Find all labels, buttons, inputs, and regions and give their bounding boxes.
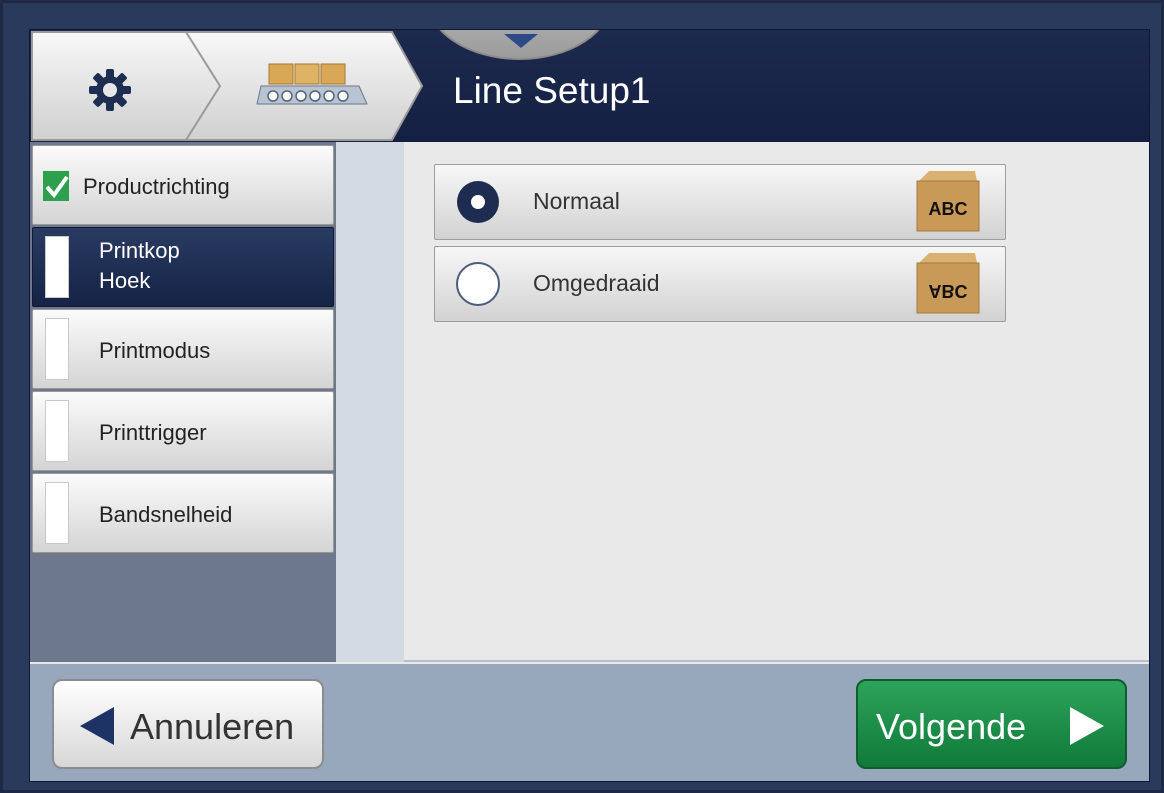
next-button[interactable]: Volgende xyxy=(856,679,1127,769)
header-bar: Line Setup1 xyxy=(30,30,1149,142)
arrow-left-icon xyxy=(80,707,114,745)
breadcrumb xyxy=(30,30,450,142)
svg-text:ABC: ABC xyxy=(929,199,968,219)
menu-item-bandsnelheid[interactable]: Bandsnelheid xyxy=(32,473,334,553)
menu-item-label: Productrichting xyxy=(83,174,230,199)
device-frame: Line Setup1 Productrichting Printkop Hoe… xyxy=(0,0,1164,793)
conveyor-icon xyxy=(256,63,368,105)
option-omgedraaid[interactable]: Omgedraaid ABC xyxy=(434,246,1006,322)
box-flipped-icon: ABC xyxy=(916,253,980,314)
screen: Line Setup1 Productrichting Printkop Hoe… xyxy=(29,29,1150,782)
content-panel: Normaal ABC Omgedraaid ABC xyxy=(404,142,1149,662)
menu-item-label: Printmodus xyxy=(99,338,211,363)
menu-item-label: Printtrigger xyxy=(99,420,207,445)
radio-unselected-icon xyxy=(456,262,500,306)
option-label: Omgedraaid xyxy=(533,270,660,296)
arrow-right-icon xyxy=(1070,707,1104,745)
menu-item-label: Printkop Hoek xyxy=(99,238,180,293)
chevron-down-icon xyxy=(504,34,538,48)
menu-item-marker xyxy=(45,318,69,380)
gear-icon xyxy=(89,69,131,111)
option-label: Normaal xyxy=(533,188,620,214)
menu-item-productrichting[interactable]: Productrichting xyxy=(32,145,334,225)
cancel-button[interactable]: Annuleren xyxy=(52,679,324,769)
page-title: Line Setup1 xyxy=(453,70,651,111)
menu-item-label: Bandsnelheid xyxy=(99,502,233,527)
menu-item-marker xyxy=(45,236,69,298)
next-button-label: Volgende xyxy=(876,706,1027,747)
menu-item-printmodus[interactable]: Printmodus xyxy=(32,309,334,389)
menu-item-printtrigger[interactable]: Printtrigger xyxy=(32,391,334,471)
menu-item-marker xyxy=(45,482,69,544)
box-upright-icon: ABC xyxy=(916,171,980,232)
radio-selected-icon xyxy=(457,181,499,223)
svg-text:ABC: ABC xyxy=(929,281,968,301)
menu-item-marker xyxy=(45,400,69,462)
menu-item-printkop-hoek[interactable]: Printkop Hoek xyxy=(32,227,334,307)
cancel-button-label: Annuleren xyxy=(130,706,295,747)
checkmark-icon xyxy=(43,171,69,201)
option-normaal[interactable]: Normaal ABC xyxy=(434,164,1006,240)
footer-bar: Annuleren Volgende xyxy=(30,664,1149,781)
side-menu-gutter xyxy=(336,142,404,662)
